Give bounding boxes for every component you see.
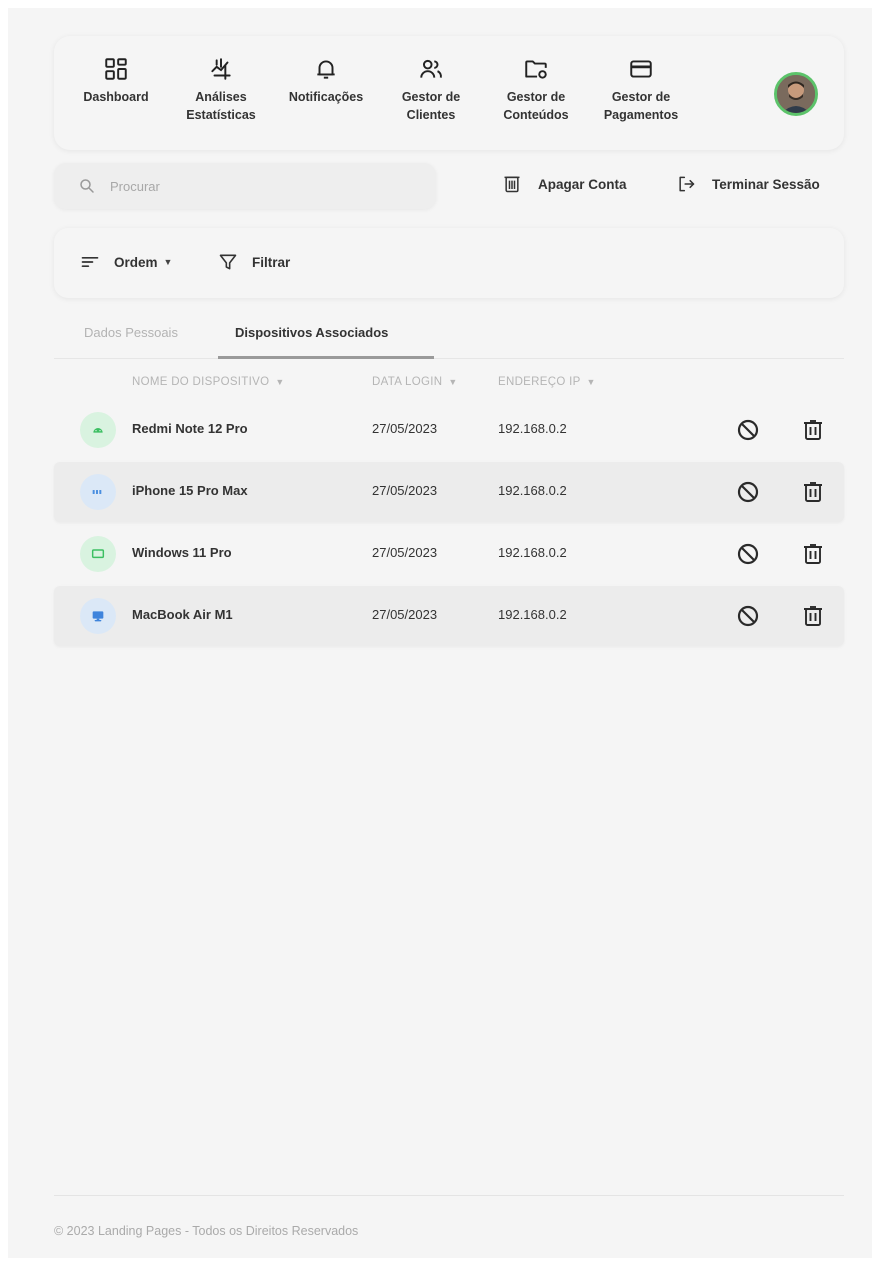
- order-label: Ordem: [114, 254, 158, 270]
- apple-icon: [80, 474, 116, 510]
- column-header-ip-address-label: ENDEREÇO IP: [498, 376, 581, 388]
- device-name: MacBook Air M1: [132, 607, 233, 622]
- sort-lines-icon: [81, 257, 99, 267]
- chevron-down-icon: ▼: [586, 377, 596, 387]
- bell-icon: [317, 60, 335, 79]
- block-device-button[interactable]: [734, 540, 762, 568]
- nav-item-gestor-pagamentos[interactable]: Gestor de Pagamentos: [591, 56, 691, 124]
- search-input[interactable]: [110, 178, 410, 194]
- delete-device-button[interactable]: [799, 540, 827, 568]
- login-date: 27/05/2023: [372, 421, 438, 436]
- chevron-down-icon: ▼: [275, 377, 285, 387]
- tab-dispositivos-associados[interactable]: Dispositivos Associados: [235, 325, 388, 340]
- table-row[interactable]: MacBook Air M1 27/05/2023 192.168.0.2: [54, 586, 844, 646]
- login-date: 27/05/2023: [372, 607, 438, 622]
- logout-button[interactable]: Terminar Sessão: [676, 174, 820, 194]
- delete-device-button[interactable]: [799, 478, 827, 506]
- trash-icon: [804, 606, 822, 626]
- trash-icon: [804, 420, 822, 440]
- column-header-login-date-label: DATA LOGIN: [372, 376, 443, 388]
- active-tab-indicator: [218, 356, 434, 359]
- users-icon: [420, 59, 442, 78]
- block-device-button[interactable]: [734, 602, 762, 630]
- dashboard-grid-icon: [105, 58, 127, 80]
- nav-item-analises[interactable]: Análises Estatísticas: [171, 56, 271, 124]
- credit-card-icon: [630, 60, 652, 78]
- user-avatar-icon: [777, 75, 815, 113]
- device-name: Windows 11 Pro: [132, 545, 232, 560]
- analytics-chart-icon: [211, 58, 231, 80]
- footer-divider: [54, 1195, 844, 1196]
- monitor-icon: [80, 598, 116, 634]
- column-header-login-date[interactable]: DATA LOGIN ▼: [372, 376, 458, 388]
- table-row[interactable]: Windows 11 Pro 27/05/2023 192.168.0.2: [54, 524, 844, 584]
- nav-label-gestor-pagamentos: Gestor de Pagamentos: [603, 90, 679, 122]
- order-dropdown[interactable]: Ordem ▼: [80, 252, 172, 272]
- nav-label-notificacoes: Notificações: [288, 90, 364, 104]
- tabs: Dados Pessoais Dispositivos Associados: [54, 313, 844, 359]
- filter-funnel-icon: [219, 254, 237, 270]
- column-header-ip-address[interactable]: ENDEREÇO IP ▼: [498, 376, 596, 388]
- table-row[interactable]: Redmi Note 12 Pro 27/05/2023 192.168.0.2: [54, 400, 844, 460]
- logout-label: Terminar Sessão: [712, 176, 820, 192]
- folder-settings-icon: [525, 60, 547, 79]
- chevron-down-icon: ▼: [448, 377, 458, 387]
- delete-device-button[interactable]: [799, 602, 827, 630]
- ip-address: 192.168.0.2: [498, 545, 567, 560]
- block-device-button[interactable]: [734, 478, 762, 506]
- block-device-button[interactable]: [734, 416, 762, 444]
- tab-dados-pessoais[interactable]: Dados Pessoais: [84, 325, 178, 340]
- filter-label: Filtrar: [252, 254, 291, 270]
- footer-copyright: © 2023 Landing Pages - Todos os Direitos…: [54, 1224, 359, 1238]
- nav-item-gestor-clientes[interactable]: Gestor de Clientes: [381, 56, 481, 124]
- nav-label-dashboard: Dashboard: [83, 90, 149, 104]
- column-header-device-name[interactable]: NOME DO DISPOSITIVO ▼: [132, 376, 285, 388]
- table-row[interactable]: iPhone 15 Pro Max 27/05/2023 192.168.0.2: [54, 462, 844, 522]
- login-date: 27/05/2023: [372, 545, 438, 560]
- trash-icon: [804, 482, 822, 502]
- search-box[interactable]: [54, 163, 436, 209]
- nav-label-analises: Análises Estatísticas: [186, 90, 256, 122]
- user-avatar[interactable]: [774, 72, 818, 116]
- chevron-down-icon: ▼: [163, 257, 173, 267]
- page: Dashboard Análises Estatísticas Notifica…: [8, 8, 872, 1258]
- laptop-icon: [80, 536, 116, 572]
- delete-account-label: Apagar Conta: [538, 176, 627, 192]
- ip-address: 192.168.0.2: [498, 421, 567, 436]
- block-icon: [737, 543, 759, 565]
- logout-icon: [679, 176, 695, 192]
- trash-icon: [804, 544, 822, 564]
- login-date: 27/05/2023: [372, 483, 438, 498]
- nav-item-dashboard[interactable]: Dashboard: [66, 56, 166, 106]
- delete-device-button[interactable]: [799, 416, 827, 444]
- block-icon: [737, 481, 759, 503]
- block-icon: [737, 605, 759, 627]
- block-icon: [737, 419, 759, 441]
- top-navigation: Dashboard Análises Estatísticas Notifica…: [54, 36, 844, 150]
- column-header-device-name-label: NOME DO DISPOSITIVO: [132, 376, 270, 388]
- filter-button[interactable]: Filtrar: [218, 252, 290, 272]
- nav-label-gestor-clientes: Gestor de Clientes: [401, 90, 461, 122]
- filter-bar: Ordem ▼ Filtrar: [54, 228, 844, 298]
- ip-address: 192.168.0.2: [498, 483, 567, 498]
- search-icon: [80, 179, 94, 193]
- delete-account-button[interactable]: Apagar Conta: [502, 174, 627, 194]
- device-name: Redmi Note 12 Pro: [132, 421, 248, 436]
- device-name: iPhone 15 Pro Max: [132, 483, 248, 498]
- trash-icon: [504, 176, 520, 193]
- ip-address: 192.168.0.2: [498, 607, 567, 622]
- android-icon: [80, 412, 116, 448]
- nav-item-notificacoes[interactable]: Notificações: [276, 56, 376, 106]
- nav-item-gestor-conteudos[interactable]: Gestor de Conteúdos: [486, 56, 586, 124]
- nav-label-gestor-conteudos: Gestor de Conteúdos: [503, 90, 569, 122]
